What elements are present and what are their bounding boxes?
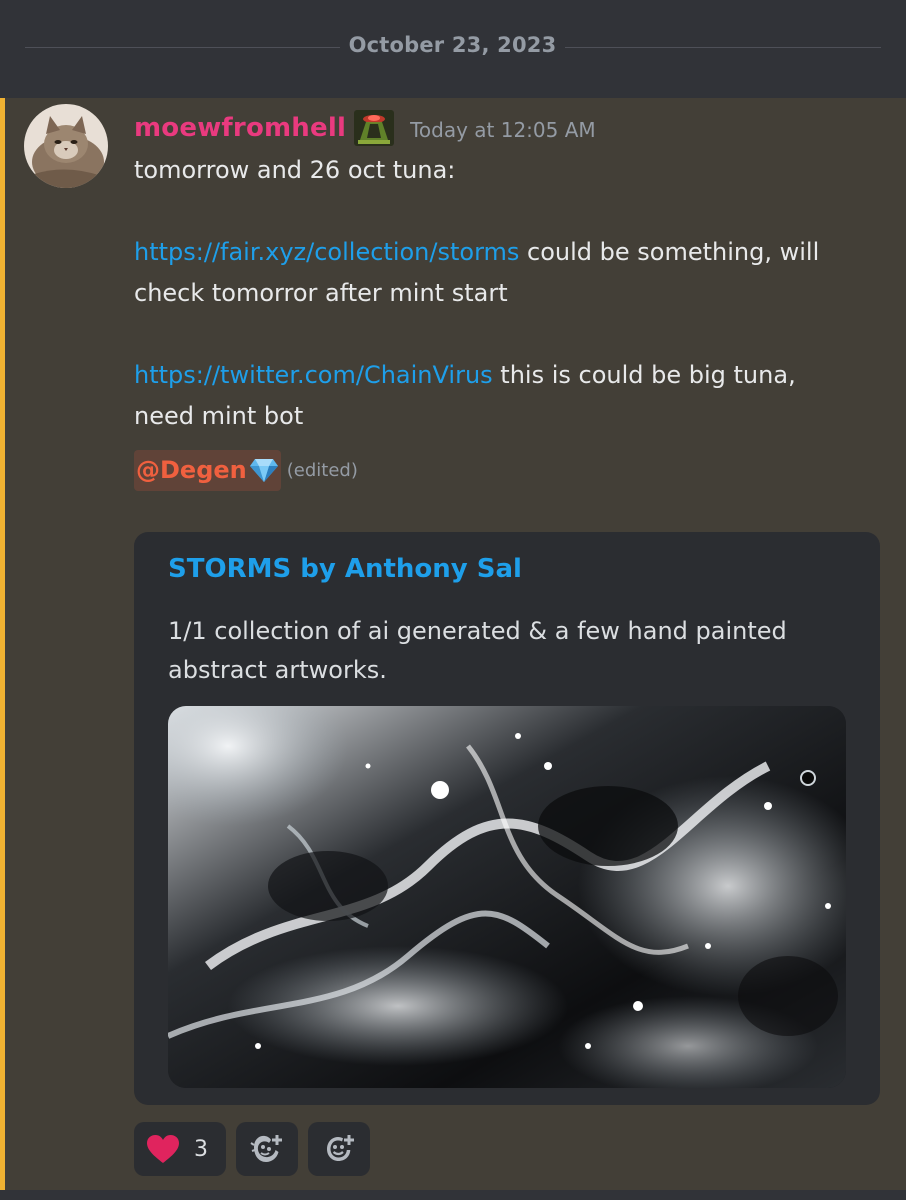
message-line: check tomorror after mint start [134, 279, 508, 307]
message-line: https://fair.xyz/collection/storms could… [134, 232, 874, 273]
message-header: moewfromhell Today at 12:05 AM [134, 110, 596, 146]
embed-image[interactable] [168, 706, 846, 1088]
abstract-storm-artwork-icon [168, 706, 846, 1088]
link-embed: STORMS by Anthony Sal 1/1 collection of … [134, 532, 880, 1105]
message-text: this is could be big tuna, [492, 361, 796, 389]
cat-avatar-icon [24, 104, 108, 188]
role-mention[interactable]: @Degen [134, 449, 281, 491]
add-super-reaction-icon [250, 1135, 282, 1162]
edited-label: (edited) [286, 459, 358, 481]
mention-highlight-bar [0, 98, 5, 1190]
add-reaction-button[interactable] [308, 1122, 370, 1176]
gem-icon [249, 459, 278, 482]
link-twitter[interactable]: https://twitter.com/ChainVirus [134, 361, 493, 389]
mention-row: @Degen (edited) [134, 449, 874, 491]
link-fair-xyz[interactable]: https://fair.xyz/collection/storms [134, 238, 519, 266]
divider-line-left [25, 47, 340, 48]
heart-icon [147, 1135, 179, 1163]
message[interactable]: moewfromhell Today at 12:05 AM tomorrow … [0, 98, 906, 1190]
embed-description: 1/1 collection of ai generated & a few h… [168, 617, 787, 684]
message-line: https://twitter.com/ChainVirus this is c… [134, 355, 874, 396]
divider-date: October 23, 2023 [348, 33, 557, 57]
ufo-icon[interactable] [354, 110, 395, 146]
date-divider: October 23, 2023 [0, 0, 906, 98]
avatar[interactable] [24, 104, 108, 188]
divider-line-right [565, 47, 881, 48]
add-reaction-icon [327, 1135, 354, 1161]
message-timestamp[interactable]: Today at 12:05 AM [410, 118, 596, 142]
reactions-bar: 3 [134, 1122, 370, 1178]
author-username[interactable]: moewfromhell [134, 113, 346, 143]
reaction-heart[interactable]: 3 [134, 1122, 226, 1176]
reaction-count: 3 [194, 1136, 208, 1162]
add-super-reaction-button[interactable] [236, 1122, 298, 1176]
bottom-strip [0, 1190, 906, 1200]
embed-title[interactable]: STORMS by Anthony Sal [168, 554, 522, 584]
message-line: need mint bot [134, 402, 304, 430]
mention-label: @Degen [136, 455, 247, 484]
message-text: could be something, will [519, 238, 820, 266]
message-line: tomorrow and 26 oct tuna: [134, 156, 456, 184]
message-content: tomorrow and 26 oct tuna: https://fair.x… [134, 150, 874, 491]
